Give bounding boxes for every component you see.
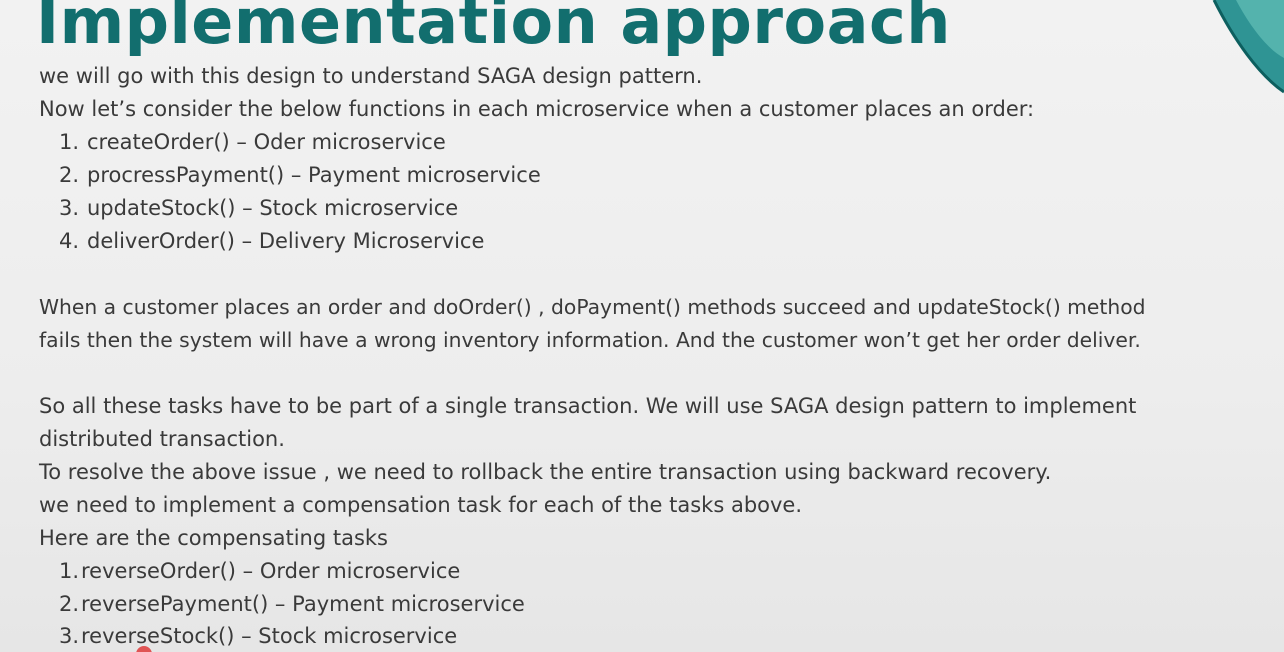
compensation-text: reverseOrder() – Order microservice bbox=[81, 559, 461, 583]
compensation-number: 3. bbox=[59, 624, 80, 648]
function-item: 2. procressPayment() – Payment microservi… bbox=[59, 159, 541, 192]
compensation-text: reversePayment() – Payment microservice bbox=[81, 592, 525, 616]
function-text: deliverOrder() – Delivery Microservice bbox=[87, 229, 485, 253]
function-text: procressPayment() – Payment microservice bbox=[87, 163, 541, 187]
compensation-number: 2. bbox=[59, 592, 80, 616]
corner-decoration bbox=[1212, 0, 1284, 94]
function-number: 3. bbox=[59, 196, 80, 220]
function-text: updateStock() – Stock microservice bbox=[87, 196, 459, 220]
function-item: 4. deliverOrder() – Delivery Microservice bbox=[59, 225, 484, 258]
function-number: 1. bbox=[59, 130, 80, 154]
slide-title: Implementation approach bbox=[36, 0, 951, 58]
compensation-item: 2.reversePayment() – Payment microservic… bbox=[59, 588, 525, 621]
intro-line-1: we will go with this design to understan… bbox=[39, 64, 703, 88]
slide: Implementation approach we will go with … bbox=[0, 0, 1284, 652]
function-number: 4. bbox=[59, 229, 80, 253]
function-number: 2. bbox=[59, 163, 80, 187]
function-item: 1. createOrder() – Oder microservice bbox=[59, 126, 446, 159]
solution-line-3: To resolve the above issue , we need to … bbox=[39, 460, 1052, 484]
solution-line-2: distributed transaction. bbox=[39, 427, 285, 451]
compensation-text: reverseStock() – Stock microservice bbox=[81, 624, 458, 648]
compensation-item: 1.reverseOrder() – Order microservice bbox=[59, 555, 460, 588]
solution-line-4: we need to implement a compensation task… bbox=[39, 493, 803, 517]
function-text: createOrder() – Oder microservice bbox=[87, 130, 446, 154]
function-item: 3. updateStock() – Stock microservice bbox=[59, 192, 458, 225]
solution-line-5: Here are the compensating tasks bbox=[39, 526, 389, 550]
problem-line-2: fails then the system will have a wrong … bbox=[39, 328, 1141, 352]
compensation-number: 1. bbox=[59, 559, 80, 583]
problem-line-1: When a customer places an order and doOr… bbox=[39, 295, 1146, 319]
compensation-item: 3.reverseStock() – Stock microservice bbox=[59, 620, 457, 652]
intro-line-2: Now let’s consider the below functions i… bbox=[39, 97, 1035, 121]
solution-line-1: So all these tasks have to be part of a … bbox=[39, 394, 1137, 418]
